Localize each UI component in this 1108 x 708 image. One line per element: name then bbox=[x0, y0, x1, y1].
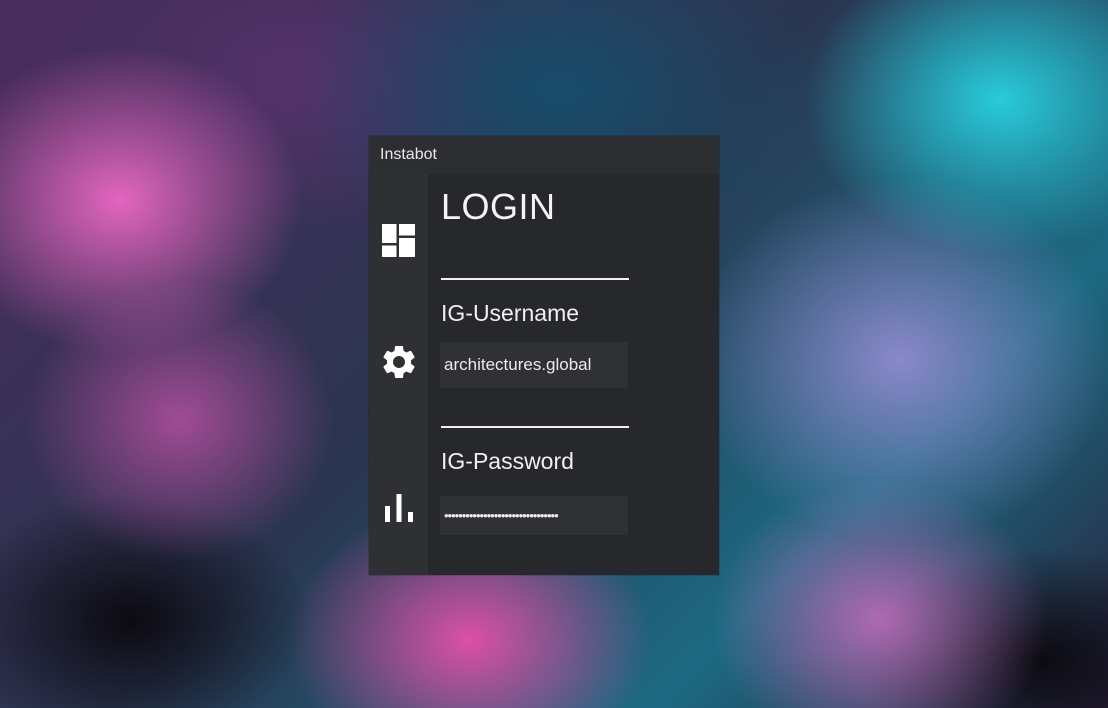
password-input[interactable] bbox=[440, 496, 628, 535]
password-label: IG-Password bbox=[441, 448, 574, 474]
sidebar-item-dashboard[interactable] bbox=[369, 212, 428, 268]
dashboard-icon bbox=[382, 223, 415, 257]
instabot-window: Instabot LOGIN IG-Username architectures… bbox=[369, 136, 719, 575]
window-body: LOGIN IG-Username IG-Password bbox=[369, 174, 719, 575]
divider bbox=[441, 426, 629, 428]
login-panel: LOGIN IG-Username IG-Password bbox=[428, 174, 719, 575]
window-titlebar[interactable]: Instabot bbox=[369, 136, 719, 174]
username-label: IG-Username bbox=[441, 300, 580, 326]
sidebar bbox=[369, 174, 428, 575]
bar-chart-icon bbox=[384, 493, 414, 523]
sidebar-item-settings[interactable] bbox=[369, 334, 428, 390]
divider bbox=[441, 278, 629, 280]
page-title: LOGIN bbox=[441, 186, 556, 227]
desktop-background: Instabot LOGIN IG-Username architectures… bbox=[0, 0, 1108, 708]
gear-icon bbox=[379, 342, 419, 382]
username-input[interactable] bbox=[440, 342, 628, 388]
window-title: Instabot bbox=[380, 146, 437, 163]
sidebar-item-statistics[interactable] bbox=[369, 480, 428, 536]
